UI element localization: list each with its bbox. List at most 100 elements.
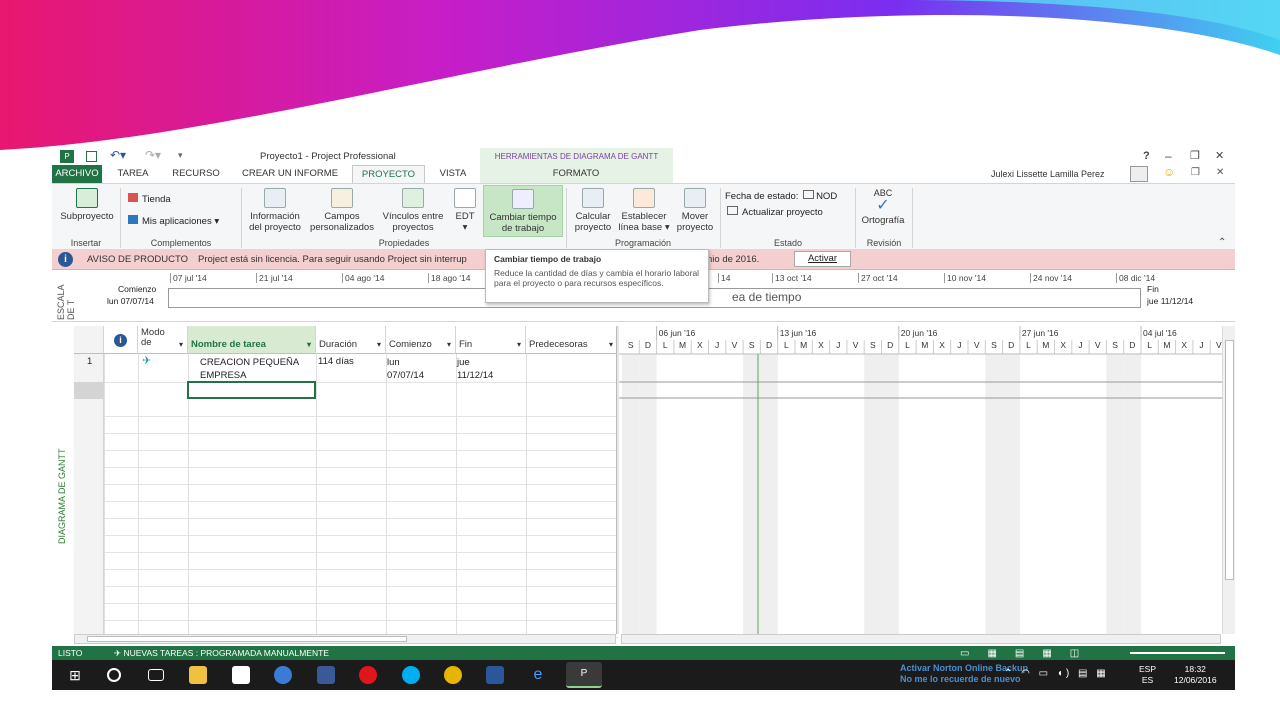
dropdown-arrow-icon[interactable]: ▾: [517, 340, 521, 349]
app-blue-icon[interactable]: [274, 666, 292, 684]
vertical-scrollbar[interactable]: [1222, 326, 1235, 634]
tienda-button[interactable]: Tienda: [128, 193, 171, 205]
subproyecto-button[interactable]: Subproyecto: [56, 188, 118, 222]
collapse-ribbon-icon[interactable]: ⌃: [1218, 237, 1226, 248]
restore-button[interactable]: ❐: [1190, 149, 1200, 162]
day-label: L: [1026, 340, 1031, 350]
smiley-icon[interactable]: ☺: [1163, 165, 1175, 179]
start-cell[interactable]: lun 07/07/14: [387, 356, 424, 382]
file-explorer-icon[interactable]: [189, 666, 207, 684]
redo-icon[interactable]: ↷▾: [145, 148, 161, 162]
skype-icon[interactable]: [402, 666, 420, 684]
timeline-date-label: 21 jul '14: [256, 273, 293, 283]
user-avatar[interactable]: [1130, 166, 1148, 182]
gantt-timescale: S D L M X J V S D L M X J V S D L M X J V S D L M X J V S D L M X J V06 ju…: [619, 326, 1222, 634]
dropdown-arrow-icon[interactable]: ▾: [307, 340, 311, 349]
day-label: L: [1147, 340, 1152, 350]
word-icon[interactable]: [486, 666, 504, 684]
ortografia-button[interactable]: ABC ✓ Ortografía: [858, 188, 908, 226]
edt-button[interactable]: EDT ▾: [450, 188, 480, 233]
grid-scroll-thumb[interactable]: [87, 636, 407, 642]
grid-row-line: [74, 416, 618, 417]
day-label: X: [697, 340, 703, 350]
undo-icon[interactable]: ↶▾: [110, 148, 126, 162]
tab-crear-informe[interactable]: CREAR UN INFORME: [236, 165, 344, 183]
header-nombre[interactable]: Nombre de tarea ▾: [188, 326, 316, 354]
help-button[interactable]: ?: [1143, 150, 1150, 162]
row-header-corner[interactable]: [74, 326, 104, 354]
tab-vista[interactable]: VISTA: [430, 165, 476, 183]
header-modo[interactable]: Modo de ▾: [138, 326, 188, 354]
save-icon[interactable]: [86, 151, 97, 162]
close-button[interactable]: ✕: [1215, 149, 1224, 162]
establecer-button[interactable]: Establecer línea base ▾: [618, 188, 670, 233]
mover-button[interactable]: Mover proyecto: [672, 188, 718, 233]
indicators-header[interactable]: i: [104, 326, 138, 354]
zoom-slider[interactable]: [1130, 652, 1225, 654]
tray-icons[interactable]: ⌃ ◠ ▭ ◖) ▤ ▦: [1004, 668, 1109, 679]
subproject-icon: [76, 188, 98, 208]
clock[interactable]: 18:32 12/06/2016: [1174, 664, 1217, 686]
windows-start-icon[interactable]: ⊞: [66, 666, 84, 684]
tab-proyecto[interactable]: PROYECTO: [352, 165, 425, 183]
chrome-icon[interactable]: [444, 666, 462, 684]
new-tasks-mode[interactable]: ✈ NUEVAS TAREAS : PROGRAMADA MANUALMENTE: [114, 646, 329, 660]
tab-formato[interactable]: FORMATO: [532, 165, 620, 183]
task-name-cell[interactable]: CREACION PEQUEÑA EMPRESA: [200, 356, 316, 382]
project-taskbar-icon[interactable]: P: [566, 662, 602, 688]
doc-restore-button[interactable]: ❐: [1191, 167, 1200, 178]
fecha-estado[interactable]: Fecha de estado: NOD: [725, 190, 837, 202]
dropdown-arrow-icon[interactable]: ▾: [609, 340, 613, 349]
gantt-chart[interactable]: S D L M X J V S D L M X J V S D L M X J V S D L M X J V S D L M X J V 06 ju…: [619, 326, 1222, 634]
tab-recurso[interactable]: RECURSO: [166, 165, 226, 183]
minimize-button[interactable]: –: [1165, 149, 1172, 163]
store-taskbar-icon[interactable]: [232, 666, 250, 684]
search-icon[interactable]: [107, 668, 121, 682]
mis-aplicaciones-button[interactable]: Mis aplicaciones ▾: [128, 215, 219, 227]
dropdown-arrow-icon[interactable]: ▾: [447, 340, 451, 349]
selected-cell[interactable]: [187, 381, 316, 399]
task-grid: i Modo de ▾ Nombre de tarea ▾ Duración ▾ C…: [74, 326, 618, 655]
view-buttons[interactable]: ▭▦▤▦◫: [960, 647, 1120, 659]
activate-button[interactable]: Activar: [794, 251, 851, 267]
header-duracion[interactable]: Duración ▾: [316, 326, 386, 354]
facebook-icon[interactable]: [317, 666, 335, 684]
grid-row-line: [74, 569, 618, 570]
task-view-icon[interactable]: [148, 669, 164, 681]
header-fin[interactable]: Fin ▾: [456, 326, 526, 354]
opera-icon[interactable]: [359, 666, 377, 684]
grid-col-line: [386, 354, 387, 634]
gantt-horizontal-scrollbar[interactable]: [621, 634, 1221, 644]
weekend-shade: [985, 354, 1003, 634]
edge-icon[interactable]: e: [529, 666, 547, 684]
dropdown-arrow-icon[interactable]: ▾: [179, 340, 183, 350]
timeline-start-label: Comienzo: [118, 284, 157, 294]
end-cell[interactable]: jue 11/12/14: [457, 356, 493, 382]
timeline-date-label: 13 oct '14: [772, 273, 812, 283]
tab-tarea[interactable]: TAREA: [110, 165, 156, 183]
user-name[interactable]: Julexi Lissette Lamilla Perez: [991, 169, 1105, 179]
header-predecesoras[interactable]: Predecesoras ▾: [526, 326, 618, 354]
actualizar-proyecto-button[interactable]: Actualizar proyecto: [727, 206, 823, 218]
cambiar-tiempo-button[interactable]: Cambiar tiempo de trabajo: [483, 185, 563, 237]
language-indicator[interactable]: ESP ES: [1139, 664, 1156, 686]
grid-horizontal-scrollbar[interactable]: [74, 634, 616, 644]
doc-close-button[interactable]: ✕: [1216, 167, 1224, 178]
vinculos-button[interactable]: Vínculos entre proyectos: [378, 188, 448, 233]
calendar-small-icon: [803, 190, 815, 199]
day-label: J: [836, 340, 840, 350]
group-insertar: Insertar: [70, 238, 102, 248]
header-comienzo[interactable]: Comienzo ▾: [386, 326, 456, 354]
table-row[interactable]: 1 ✈ CREACION PEQUEÑA EMPRESA 114 días lu…: [74, 354, 618, 382]
duration-cell[interactable]: 114 días: [318, 356, 354, 367]
tab-archivo[interactable]: ARCHIVO: [52, 165, 102, 183]
scroll-thumb[interactable]: [1225, 340, 1234, 580]
info-proyecto-button[interactable]: Información del proyecto: [245, 188, 305, 233]
campos-button[interactable]: Campos personalizados: [308, 188, 376, 233]
week-label: 06 jun '16: [659, 328, 696, 338]
day-label: M: [1042, 340, 1049, 350]
customize-qat-icon[interactable]: ▾: [178, 150, 183, 161]
calcular-button[interactable]: Calcular proyecto: [569, 188, 617, 233]
timeline-end-label: Fin: [1147, 284, 1159, 294]
dropdown-arrow-icon[interactable]: ▾: [377, 340, 381, 349]
